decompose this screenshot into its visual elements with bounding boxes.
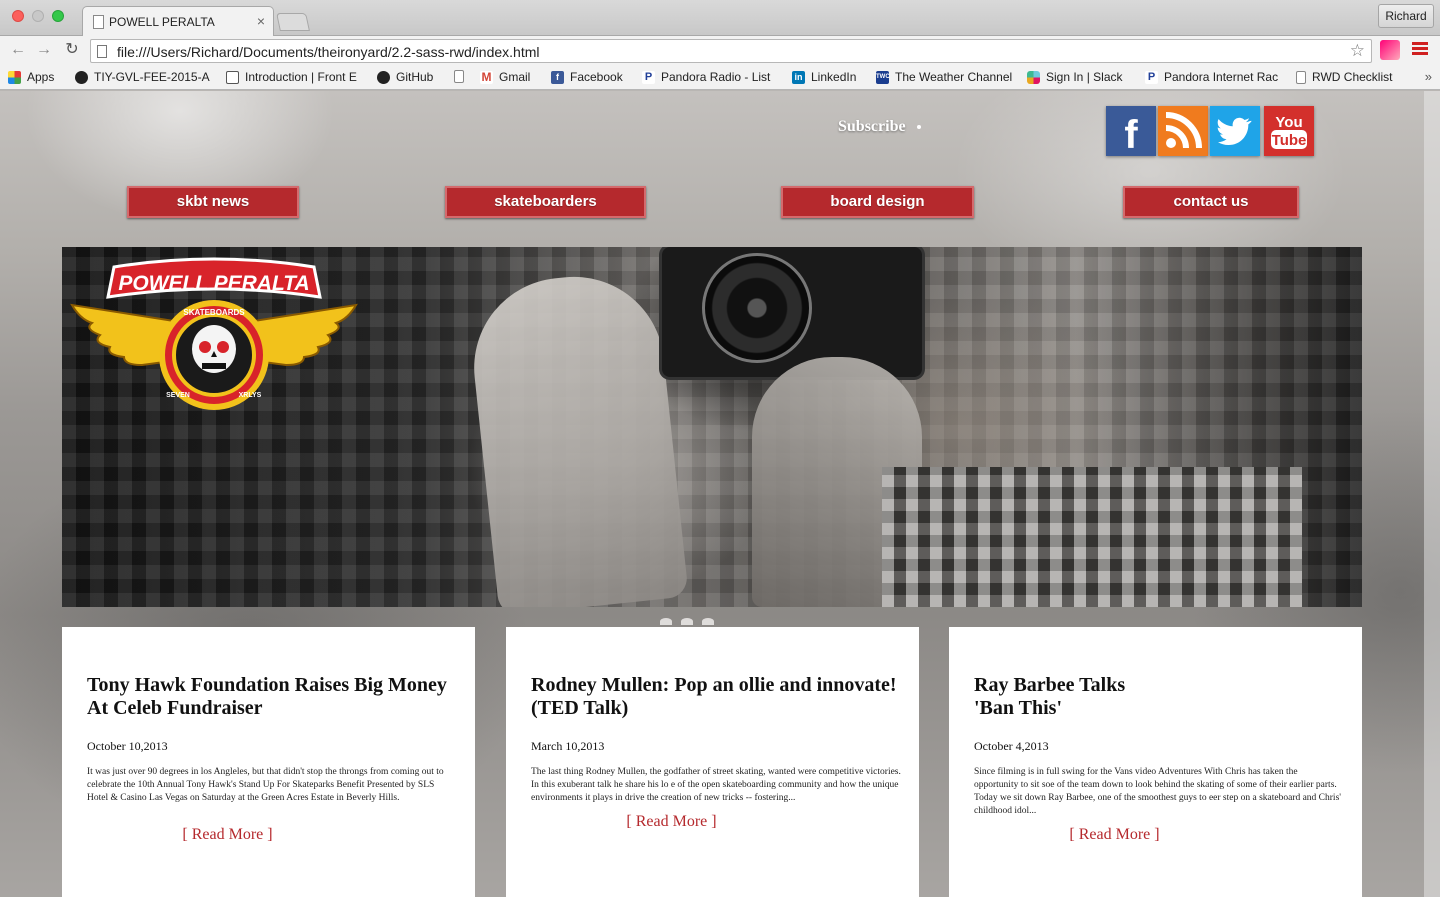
svg-text:XRLYS: XRLYS: [239, 392, 262, 399]
bookmark-weather[interactable]: TWC The Weather Channel: [876, 70, 1012, 84]
profile-button[interactable]: Richard: [1378, 4, 1434, 28]
window-close-button[interactable]: [12, 10, 24, 22]
book-icon: [226, 70, 239, 84]
linkedin-icon: in: [792, 70, 805, 84]
article-card: Rodney Mullen: Pop an ollie and innovate…: [506, 627, 919, 897]
svg-text:SKATEBOARDS: SKATEBOARDS: [183, 308, 245, 317]
svg-text:You: You: [1275, 114, 1302, 131]
bookmark-gmail[interactable]: M Gmail: [480, 70, 530, 84]
read-more-link[interactable]: [ Read More ]: [506, 813, 919, 831]
back-button[interactable]: ←: [8, 40, 28, 60]
menu-icon[interactable]: [1412, 42, 1428, 56]
browser-toolbar: ← → ↻ file:///Users/Richard/Documents/th…: [0, 36, 1440, 66]
article-card: Tony Hawk Foundation Raises Big Money At…: [62, 627, 475, 897]
browser-tab[interactable]: POWELL PERALTA ×: [82, 6, 274, 36]
bookmark-item[interactable]: TIY-GVL-FEE-2015-A: [75, 70, 210, 84]
youtube-icon[interactable]: You Tube: [1264, 106, 1314, 156]
nav-board-design[interactable]: board design: [781, 186, 974, 218]
article-excerpt: Since filming is in full swing for the V…: [974, 767, 1341, 816]
forward-button[interactable]: →: [34, 40, 54, 60]
separator-dot: [917, 125, 921, 129]
apps-icon: [8, 70, 21, 84]
read-more-link[interactable]: [ Read More ]: [62, 826, 475, 844]
github-icon: [75, 70, 88, 84]
bookmark-item[interactable]: Introduction | Front E: [226, 70, 357, 84]
rss-icon[interactable]: [1158, 106, 1208, 156]
bookmark-item[interactable]: P Pandora Internet Rac: [1145, 70, 1278, 84]
github-icon: [377, 70, 390, 84]
page-icon: [454, 70, 464, 83]
tab-close-icon[interactable]: ×: [257, 13, 265, 29]
page-scrollbar[interactable]: [1424, 91, 1440, 897]
bookmarks-bar: Apps TIY-GVL-FEE-2015-A Introduction | F…: [0, 66, 1440, 90]
read-more-link[interactable]: [ Read More ]: [949, 826, 1362, 844]
bookmark-item[interactable]: P Pandora Radio - List: [642, 70, 770, 84]
article-excerpt: It was just over 90 degrees in los Angle…: [87, 767, 444, 803]
article-date: October 4,2013: [974, 739, 1049, 753]
article-title[interactable]: Tony Hawk Foundation Raises Big Money At…: [87, 674, 457, 720]
page-viewport: Subscribe f You Tube skbt news skateboar…: [0, 91, 1440, 897]
bookmark-star-icon[interactable]: ☆: [1350, 41, 1365, 61]
window-maximize-button[interactable]: [52, 10, 64, 22]
facebook-icon: f: [551, 70, 564, 84]
page-icon: [93, 15, 104, 29]
bookmark-item[interactable]: [454, 70, 470, 83]
browser-titlebar: POWELL PERALTA × Richard: [0, 0, 1440, 36]
article-title[interactable]: Ray Barbee Talks 'Ban This': [974, 674, 1164, 720]
nav-skateboarders[interactable]: skateboarders: [445, 186, 646, 218]
article-date: March 10,2013: [531, 739, 605, 753]
weather-icon: TWC: [876, 70, 890, 84]
slider-dots: [660, 618, 714, 625]
hero-photo-detail: [702, 253, 812, 363]
slider-dot[interactable]: [702, 618, 714, 625]
slider-dot[interactable]: [681, 618, 693, 625]
pandora-icon: P: [1145, 70, 1158, 84]
bookmarks-more-icon[interactable]: »: [1425, 69, 1432, 84]
bookmark-linkedin[interactable]: in LinkedIn: [792, 70, 856, 84]
extension-icon[interactable]: [1380, 40, 1400, 60]
subscribe-link[interactable]: Subscribe: [838, 118, 906, 136]
article-date: October 10,2013: [87, 739, 168, 753]
reload-button[interactable]: ↻: [62, 40, 82, 60]
slack-icon: [1027, 70, 1040, 84]
svg-text:Tube: Tube: [1272, 132, 1307, 149]
svg-text:f: f: [1124, 113, 1138, 156]
hero-photo-detail: [882, 467, 1302, 607]
svg-text:SEVEN: SEVEN: [166, 392, 190, 399]
article-card: Ray Barbee Talks 'Ban This' October 4,20…: [949, 627, 1362, 897]
pandora-icon: P: [642, 70, 655, 84]
bookmark-github[interactable]: GitHub: [377, 70, 433, 84]
svg-text:POWELL PERALTA: POWELL PERALTA: [118, 272, 309, 295]
slider-dot[interactable]: [660, 618, 672, 625]
powell-peralta-logo[interactable]: POWELL PERALTA SKATEBOARDS SEVEN XRLYS: [62, 257, 366, 421]
gmail-icon: M: [480, 69, 493, 84]
bookmark-item[interactable]: RWD Checklist: [1296, 70, 1392, 84]
article-excerpt: The last thing Rodney Mullen, the godfat…: [531, 767, 901, 803]
article-title[interactable]: Rodney Mullen: Pop an ollie and innovate…: [531, 674, 901, 720]
window-minimize-button[interactable]: [32, 10, 44, 22]
page-icon: [1296, 70, 1306, 84]
hero-banner: POWELL PERALTA SKATEBOARDS SEVEN XRLYS: [62, 247, 1362, 607]
twitter-icon[interactable]: [1210, 106, 1260, 156]
bookmark-facebook[interactable]: f Facebook: [551, 70, 623, 84]
new-tab-button[interactable]: [276, 13, 310, 31]
bookmark-apps[interactable]: Apps: [8, 70, 54, 84]
bookmark-slack[interactable]: Sign In | Slack: [1027, 70, 1123, 84]
tab-title: POWELL PERALTA: [109, 15, 215, 29]
nav-contact-us[interactable]: contact us: [1123, 186, 1299, 218]
address-bar[interactable]: file:///Users/Richard/Documents/theirony…: [90, 39, 1372, 63]
facebook-icon[interactable]: f: [1106, 106, 1156, 156]
hero-photo-detail: [465, 267, 689, 607]
url-text[interactable]: file:///Users/Richard/Documents/theirony…: [117, 44, 540, 60]
nav-skbt-news[interactable]: skbt news: [127, 186, 299, 218]
page-icon: [97, 45, 107, 58]
